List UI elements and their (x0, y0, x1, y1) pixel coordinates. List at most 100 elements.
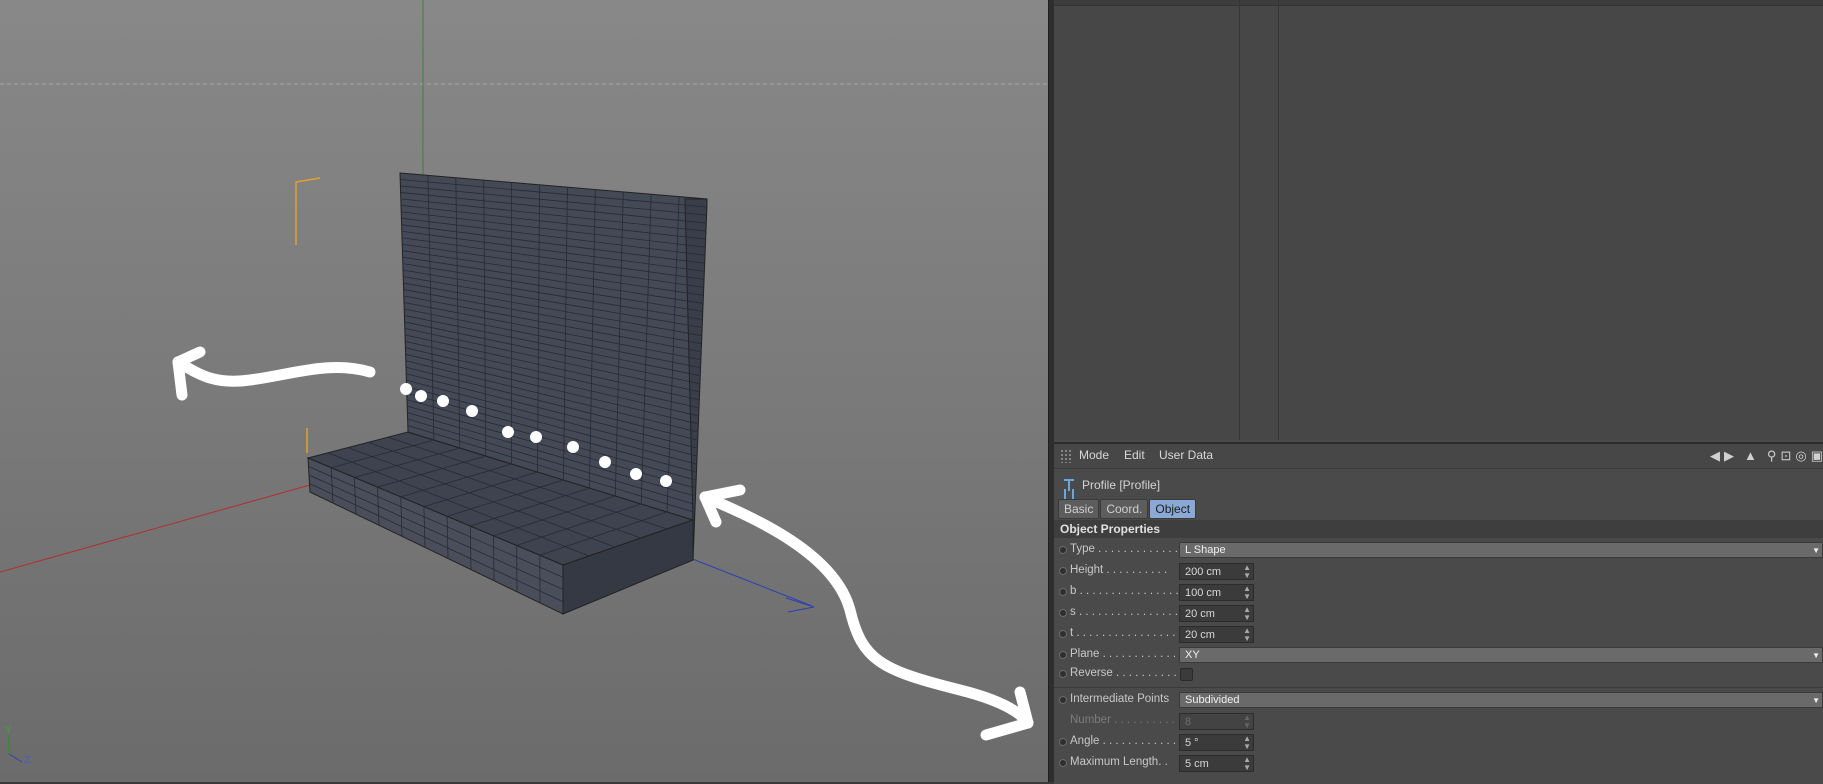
param-label-maximum-length: Maximum Length. . (1070, 756, 1168, 768)
param-row-t: t . . . . . . . . . . . . . . . . 20 cm▲… (1054, 625, 1823, 645)
b-value: 100 cm (1185, 587, 1221, 599)
disabled-parameter-icon (1059, 717, 1067, 725)
menu-edit[interactable]: Edit (1124, 448, 1145, 462)
gizmo-y-label: Y (5, 725, 12, 736)
point-marker (660, 475, 672, 487)
plane-dropdown[interactable]: XY ▼ (1179, 647, 1823, 663)
point-marker (415, 390, 427, 402)
spinner-icon[interactable]: ▲▼ (1243, 606, 1251, 622)
back-arrow-icon[interactable]: ◀ (1710, 447, 1720, 465)
column-divider[interactable] (1278, 0, 1279, 440)
dropdown-arrow-icon: ▼ (1812, 648, 1820, 663)
t-field[interactable]: 20 cm ▲▼ (1179, 626, 1254, 643)
panel-grip-icon[interactable] (1060, 449, 1072, 463)
attribute-nav-buttons: ◀ ▶ ▲ ⚲ ⊡ ◎ ▣ (1710, 447, 1823, 465)
param-label-reverse: Reverse . . . . . . . . . . (1070, 667, 1177, 679)
b-field[interactable]: 100 cm ▲▼ (1179, 584, 1254, 601)
type-dropdown[interactable]: L Shape ▼ (1179, 542, 1823, 558)
object-manager-header-strip (1054, 0, 1823, 6)
plane-value: XY (1185, 649, 1200, 661)
object-title-row: Profile [Profile] (1062, 476, 1160, 494)
viewport-canvas[interactable]: Y Z (0, 0, 1048, 782)
left-arrow-shaft (178, 362, 370, 381)
height-field[interactable]: 200 cm ▲▼ (1179, 563, 1254, 580)
menu-mode[interactable]: Mode (1079, 448, 1109, 462)
tab-basic[interactable]: Basic (1058, 499, 1099, 519)
param-row-b: b . . . . . . . . . . . . . . . . 100 cm… (1054, 583, 1823, 603)
right-panel: Mode Edit User Data ◀ ▶ ▲ ⚲ ⊡ ◎ ▣ Profil… (1054, 0, 1823, 782)
world-x-axis (0, 485, 310, 572)
spinner-icon[interactable]: ▲▼ (1243, 564, 1251, 580)
object-title: Profile [Profile] (1082, 478, 1160, 492)
point-marker (567, 441, 579, 453)
dropdown-arrow-icon: ▼ (1812, 543, 1820, 558)
param-label-angle: Angle . . . . . . . . . . . . (1070, 735, 1176, 747)
animate-dot-icon[interactable] (1059, 609, 1067, 617)
spinner-icon[interactable]: ▲▼ (1243, 756, 1251, 772)
spinner-icon[interactable]: ▲▼ (1243, 627, 1251, 643)
angle-field[interactable]: 5 °▲▼ (1179, 734, 1254, 751)
lock-icon[interactable]: ⊡ (1780, 447, 1791, 465)
animate-dot-icon[interactable] (1059, 651, 1067, 659)
world-z-axis (690, 558, 812, 606)
param-row-intermediate-points: Intermediate Points Subdivided▼ (1054, 691, 1823, 711)
animate-dot-icon[interactable] (1059, 630, 1067, 638)
param-label-plane: Plane . . . . . . . . . . . . (1070, 648, 1176, 660)
animate-dot-icon[interactable] (1059, 696, 1067, 704)
point-marker (400, 383, 412, 395)
point-marker (437, 395, 449, 407)
animate-dot-icon[interactable] (1059, 670, 1067, 678)
point-marker (630, 468, 642, 480)
intermediate-points-dropdown[interactable]: Subdivided ▼ (1179, 692, 1823, 708)
param-row-number: Number . . . . . . . . . . . 8▲▼ (1054, 712, 1823, 732)
point-marker (530, 431, 542, 443)
point-marker (599, 456, 611, 468)
new-panel-icon[interactable]: ▣ (1811, 447, 1823, 465)
selection-corner-top (296, 178, 320, 245)
profile-object-icon (1062, 478, 1076, 492)
animate-dot-icon[interactable] (1059, 567, 1067, 575)
column-divider[interactable] (1239, 0, 1240, 440)
param-label-type: Type . . . . . . . . . . . . . (1070, 543, 1178, 555)
l-shape-mesh (308, 173, 707, 614)
param-label-number: Number . . . . . . . . . . . (1070, 714, 1181, 726)
animate-dot-icon[interactable] (1059, 588, 1067, 596)
intermediate-points-value: Subdivided (1185, 694, 1239, 706)
menu-user-data[interactable]: User Data (1159, 448, 1213, 462)
animate-dot-icon[interactable] (1059, 738, 1067, 746)
dropdown-arrow-icon: ▼ (1812, 693, 1820, 708)
target-icon[interactable]: ◎ (1795, 447, 1806, 465)
param-label-s: s . . . . . . . . . . . . . . . . (1070, 606, 1178, 618)
param-row-plane: Plane . . . . . . . . . . . . XY ▼ (1054, 646, 1823, 666)
tab-coord[interactable]: Coord. (1100, 499, 1148, 519)
param-row-s: s . . . . . . . . . . . . . . . . 20 cm ▲… (1054, 604, 1823, 624)
object-manager[interactable] (1054, 0, 1823, 440)
maximum-length-field[interactable]: 5 cm ▲▼ (1179, 755, 1254, 772)
gizmo-z-axis (9, 754, 22, 762)
param-label-height: Height . . . . . . . . . . (1070, 564, 1167, 576)
double-arrow-shaft (705, 497, 1028, 723)
spinner-icon[interactable]: ▲▼ (1243, 735, 1251, 751)
maximum-length-value: 5 cm (1185, 758, 1209, 770)
height-value: 200 cm (1185, 566, 1221, 578)
tab-object[interactable]: Object (1149, 499, 1196, 519)
type-value: L Shape (1185, 544, 1226, 556)
s-value: 20 cm (1185, 608, 1215, 620)
spinner-icon[interactable]: ▲▼ (1243, 585, 1251, 601)
param-row-maximum-length: Maximum Length. . 5 cm ▲▼ (1054, 754, 1823, 774)
divider (1054, 687, 1823, 688)
s-field[interactable]: 20 cm ▲▼ (1179, 605, 1254, 622)
forward-arrow-icon[interactable]: ▶ (1724, 447, 1734, 465)
attribute-menubar: Mode Edit User Data ◀ ▶ ▲ ⚲ ⊡ ◎ ▣ (1054, 444, 1823, 469)
gizmo-z-label: Z (24, 755, 30, 766)
attribute-manager: Mode Edit User Data ◀ ▶ ▲ ⚲ ⊡ ◎ ▣ Profil… (1054, 442, 1823, 784)
animate-dot-icon[interactable] (1059, 546, 1067, 554)
reverse-checkbox[interactable] (1180, 668, 1193, 681)
animate-dot-icon[interactable] (1059, 759, 1067, 767)
param-row-reverse: Reverse . . . . . . . . . . (1054, 665, 1823, 685)
3d-viewport[interactable]: Y Z (0, 0, 1048, 782)
pointer-icon[interactable]: ▲ (1744, 447, 1757, 465)
search-icon[interactable]: ⚲ (1767, 447, 1777, 465)
t-value: 20 cm (1185, 629, 1215, 641)
number-field: 8▲▼ (1179, 713, 1254, 730)
